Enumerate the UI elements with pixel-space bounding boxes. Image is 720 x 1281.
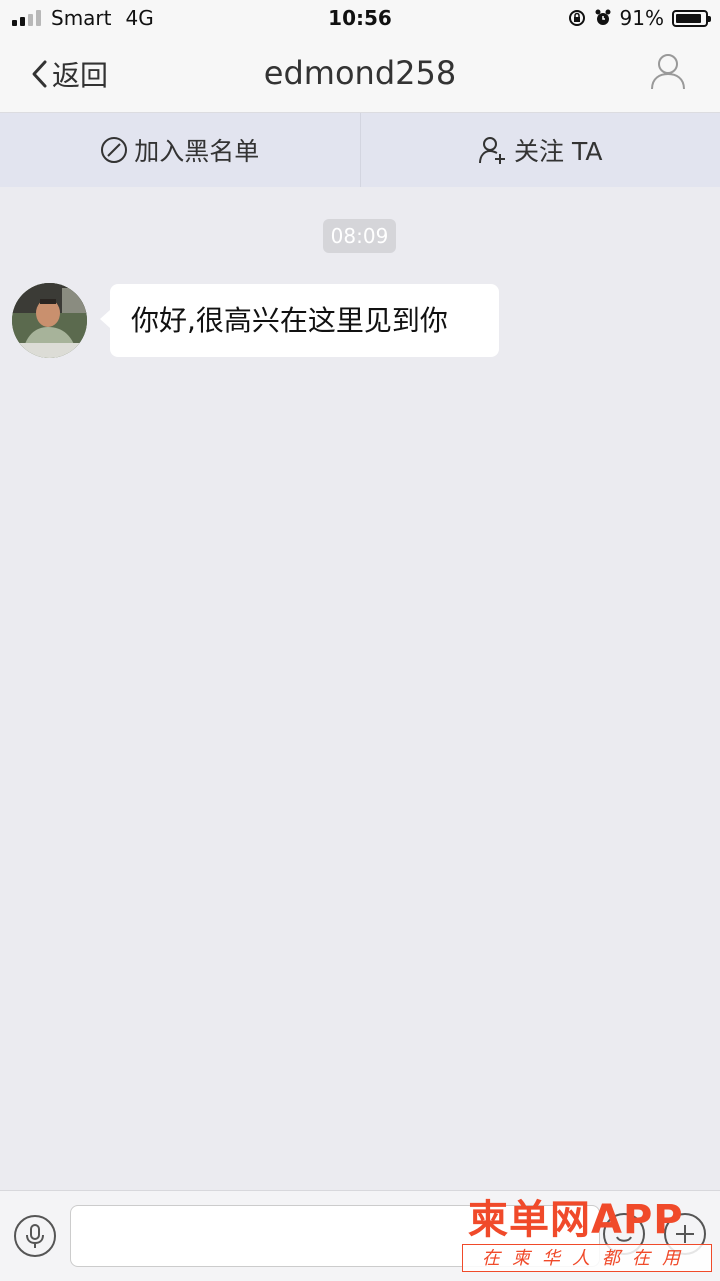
page-title: edmond258 (0, 54, 720, 92)
status-bar: Smart 4G 10:56 91% (0, 0, 720, 36)
orientation-lock-icon (568, 9, 586, 27)
alarm-icon (594, 9, 612, 27)
block-user-label: 加入黑名单 (134, 132, 259, 168)
block-icon (100, 136, 128, 164)
battery-icon (672, 10, 708, 27)
avatar-photo (12, 283, 87, 358)
message-text: 你好,很高兴在这里见到你 (131, 304, 448, 337)
battery-fill (676, 14, 701, 23)
nav-bar: 返回 edmond258 (0, 36, 720, 113)
avatar[interactable] (12, 283, 87, 358)
watermark: 柬单网APP 在柬华人都在用 (462, 1196, 714, 1276)
watermark-brand: 柬单网APP (468, 1196, 684, 1244)
watermark-slogan: 在柬华人都在用 (462, 1244, 712, 1272)
message-bubble[interactable]: 你好,很高兴在这里见到你 (110, 284, 499, 357)
profile-button[interactable] (650, 52, 686, 94)
status-right: 91% (568, 6, 708, 30)
follow-label: 关注 TA (514, 132, 602, 168)
battery-percent: 91% (620, 6, 664, 30)
follow-button[interactable]: 关注 TA (360, 113, 720, 187)
microphone-icon (24, 1223, 46, 1249)
message-timestamp: 08:09 (323, 219, 396, 253)
block-user-button[interactable]: 加入黑名单 (0, 113, 360, 187)
action-bar: 加入黑名单 关注 TA (0, 113, 720, 187)
follow-user-icon (478, 135, 508, 165)
user-profile-icon (650, 52, 686, 90)
voice-button[interactable] (14, 1215, 56, 1257)
